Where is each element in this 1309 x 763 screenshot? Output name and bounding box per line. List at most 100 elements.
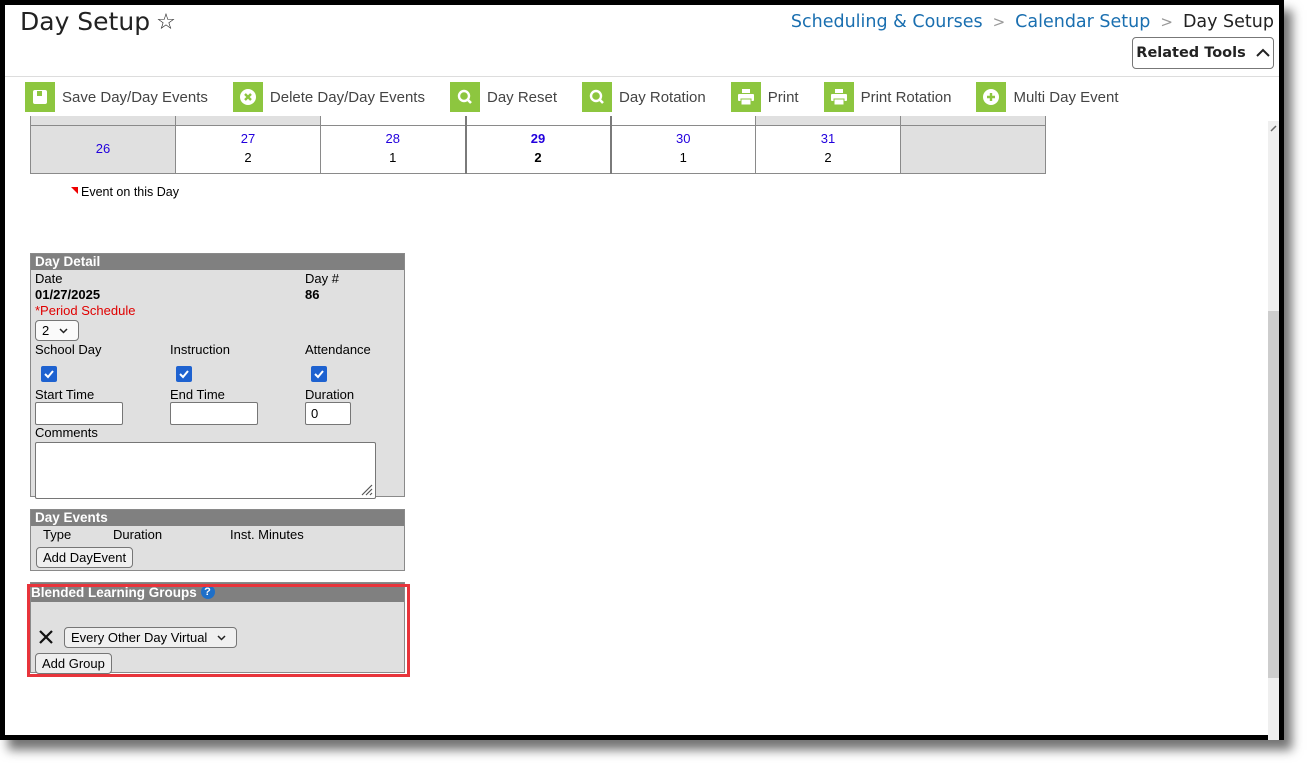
legend-label: Event on this Day — [81, 185, 179, 199]
end-time-input[interactable] — [170, 402, 258, 425]
day-number-link[interactable]: 30 — [612, 130, 756, 148]
chevron-right-icon: > — [992, 13, 1006, 31]
column-header-duration: Duration — [113, 527, 163, 542]
start-time-label: Start Time — [35, 387, 95, 402]
date-label: Date — [35, 271, 63, 286]
start-time-input[interactable] — [35, 402, 123, 425]
related-tools-label: Related Tools — [1136, 45, 1246, 61]
event-marker-icon — [71, 186, 78, 194]
delete-icon — [232, 82, 263, 112]
save-day-events-label: Save Day/Day Events — [62, 88, 208, 106]
calendar-cell — [464, 116, 612, 126]
rotation-value: 1 — [389, 150, 397, 165]
page-title: Day Setup ☆ — [20, 7, 176, 36]
calendar-legend: Event on this Day — [71, 185, 179, 199]
period-schedule-value: 2 — [42, 323, 50, 338]
page-title-text: Day Setup — [20, 7, 151, 36]
calendar-day-cell[interactable]: 27 2 — [175, 124, 321, 174]
calendar-cell — [175, 116, 321, 126]
day-number-link[interactable]: 29 — [467, 130, 610, 148]
calendar-cell — [755, 116, 901, 126]
breadcrumb: Scheduling & Courses > Calendar Setup > … — [791, 12, 1274, 32]
delete-day-events-button[interactable]: Delete Day/Day Events — [232, 82, 425, 112]
calendar-day-cell[interactable]: 26 — [30, 124, 176, 174]
toolbar: Save Day/Day Events Delete Day/Day Event… — [25, 81, 1144, 113]
calendar-day-cell[interactable]: 31 2 — [755, 124, 901, 174]
vertical-scrollbar[interactable] — [1268, 121, 1279, 740]
highlight-box — [27, 584, 410, 677]
comments-label: Comments — [35, 425, 98, 440]
calendar-grid: 26 27 2 28 1 29 2 30 1 31 2 — [30, 116, 1046, 174]
calendar-day-cell[interactable]: 30 1 — [610, 124, 756, 174]
checkmark-icon — [44, 370, 54, 379]
print-button[interactable]: Print — [730, 82, 799, 112]
day-number-link[interactable]: 26 — [31, 140, 175, 158]
day-reset-label: Day Reset — [486, 88, 558, 106]
day-reset-button[interactable]: Day Reset — [449, 82, 558, 112]
search-icon — [449, 82, 480, 112]
instruction-checkbox[interactable] — [176, 366, 192, 382]
calendar-empty-cell — [900, 124, 1046, 174]
school-day-label: School Day — [35, 342, 102, 357]
delete-day-events-label: Delete Day/Day Events — [269, 88, 425, 106]
period-schedule-label: *Period Schedule — [35, 303, 136, 318]
day-number-label: Day # — [305, 271, 339, 286]
day-events-header: Day Events — [31, 510, 404, 526]
save-icon — [25, 82, 55, 112]
print-icon — [730, 82, 761, 112]
related-tools-button[interactable]: Related Tools — [1132, 37, 1274, 69]
chevron-down-icon — [59, 327, 68, 334]
day-number-link[interactable]: 27 — [176, 130, 320, 148]
header-divider — [5, 76, 1279, 77]
duration-label: Duration — [305, 387, 355, 402]
scrollbar-thumb[interactable] — [1268, 311, 1279, 678]
column-header-type: Type — [43, 527, 72, 542]
calendar-cell — [900, 116, 1046, 126]
period-schedule-select[interactable]: 2 — [35, 320, 79, 341]
date-value: 01/27/2025 — [35, 287, 101, 302]
add-day-event-button[interactable]: Add DayEvent — [36, 547, 134, 568]
day-number-link[interactable]: 28 — [321, 130, 465, 148]
attendance-checkbox[interactable] — [311, 366, 327, 382]
calendar-day-cell[interactable]: 29 2 — [464, 124, 612, 174]
column-header-inst-minutes: Inst. Minutes — [230, 527, 304, 542]
day-number-value: 86 — [305, 287, 320, 302]
search-icon — [582, 82, 613, 112]
calendar-cell — [30, 116, 176, 126]
app-window: Day Setup ☆ Scheduling & Courses > Calend… — [0, 0, 1284, 740]
school-day-checkbox[interactable] — [41, 366, 57, 382]
day-rotation-button[interactable]: Day Rotation — [582, 82, 706, 112]
chevron-right-icon: > — [1160, 13, 1173, 31]
save-day-events-button[interactable]: Save Day/Day Events — [25, 82, 208, 112]
multi-day-event-label: Multi Day Event — [1013, 88, 1119, 106]
day-rotation-label: Day Rotation — [619, 88, 706, 106]
print-label: Print — [767, 88, 799, 106]
calendar-day-cell[interactable]: 28 1 — [320, 124, 466, 174]
rotation-value: 2 — [824, 150, 832, 165]
calendar-week-row: 26 27 2 28 1 29 2 30 1 31 2 — [30, 124, 1046, 174]
attendance-label: Attendance — [305, 342, 371, 357]
print-rotation-button[interactable]: Print Rotation — [823, 82, 952, 112]
scroll-up-icon[interactable] — [1270, 124, 1278, 132]
multi-day-event-button[interactable]: Multi Day Event — [976, 82, 1119, 112]
calendar-cell — [610, 116, 756, 126]
breadcrumb-scheduling-courses[interactable]: Scheduling & Courses — [791, 12, 983, 32]
checkmark-icon — [179, 370, 189, 379]
instruction-label: Instruction — [170, 342, 230, 357]
day-number-link[interactable]: 31 — [756, 130, 900, 148]
favorite-star-icon[interactable]: ☆ — [156, 10, 176, 35]
breadcrumb-calendar-setup[interactable]: Calendar Setup — [1015, 12, 1150, 32]
print-icon — [823, 82, 854, 112]
add-icon — [976, 82, 1007, 112]
calendar-row-partial — [30, 116, 1046, 126]
comments-textarea[interactable] — [35, 442, 376, 499]
checkmark-icon — [314, 370, 324, 379]
print-rotation-label: Print Rotation — [860, 88, 952, 106]
rotation-value: 2 — [534, 150, 542, 165]
day-events-panel: Day Events Type Duration Inst. Minutes A… — [30, 509, 405, 571]
end-time-label: End Time — [170, 387, 225, 402]
calendar-cell — [320, 116, 466, 126]
day-detail-header: Day Detail — [31, 254, 404, 270]
duration-input[interactable]: 0 — [305, 402, 351, 425]
resize-handle-icon[interactable] — [359, 482, 373, 496]
